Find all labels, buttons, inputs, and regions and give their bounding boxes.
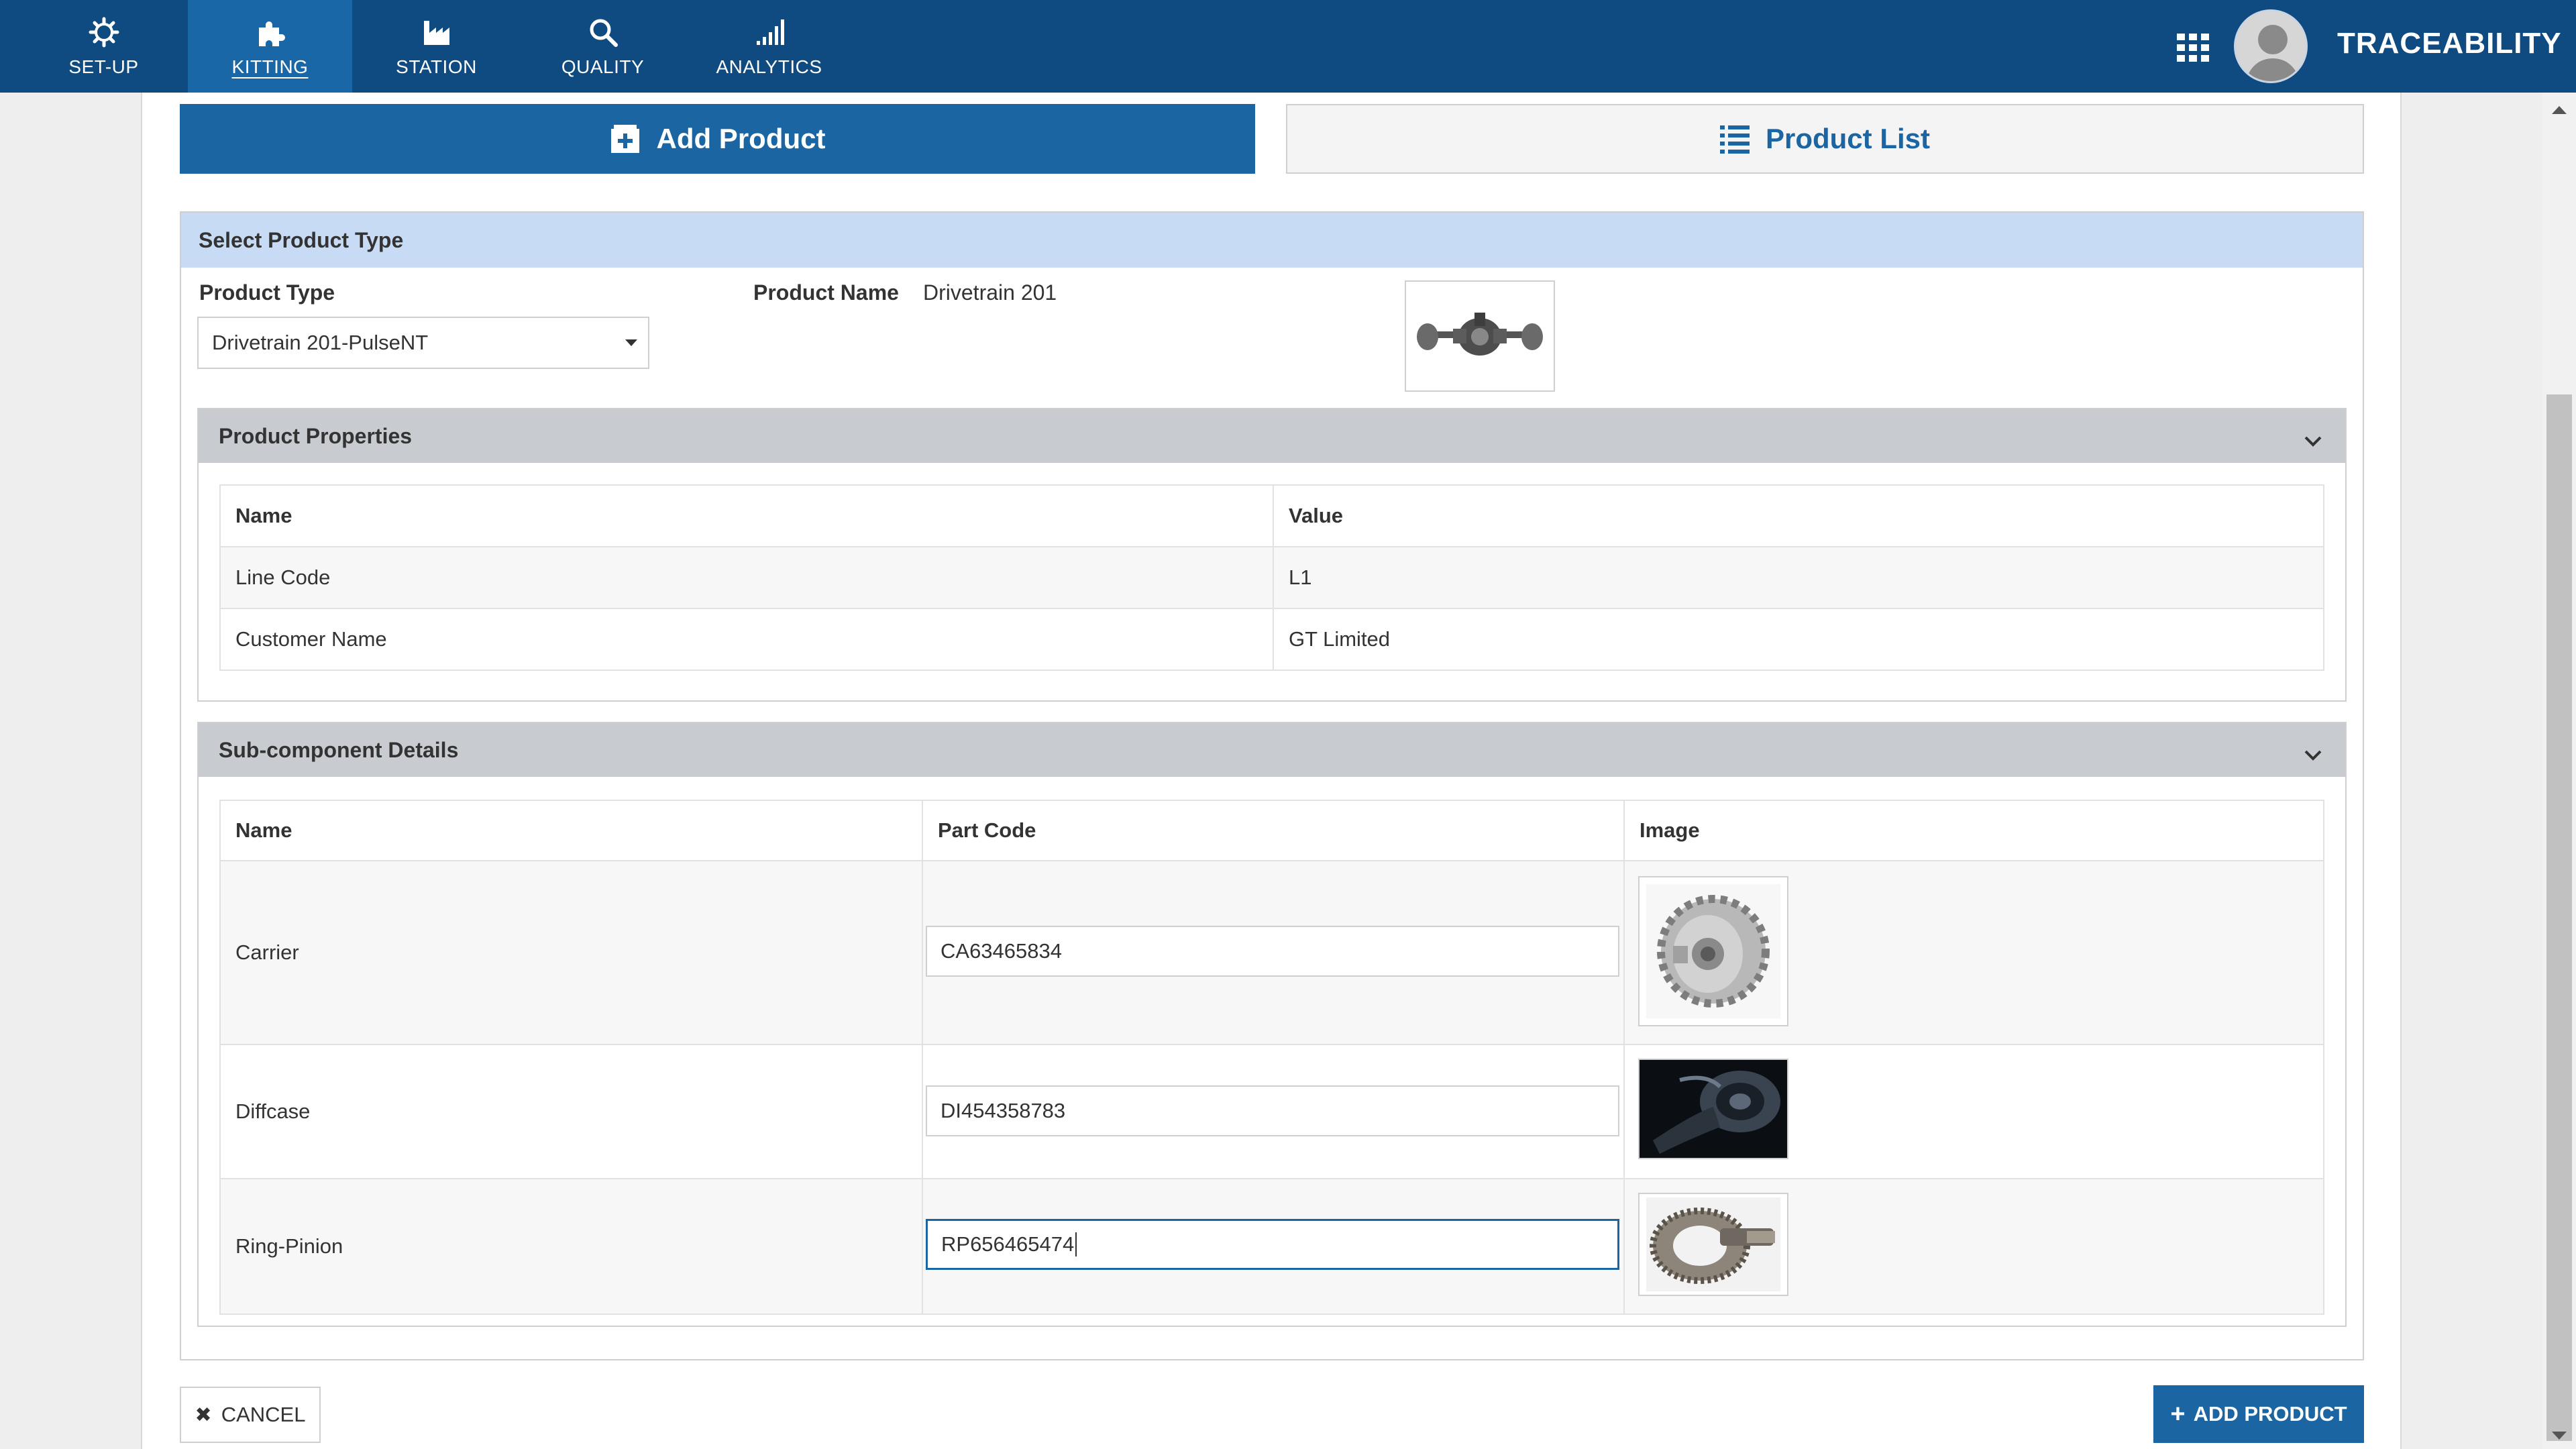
chevron-down-icon [2304, 428, 2322, 453]
nav-kitting[interactable]: KITTING [188, 0, 352, 93]
product-properties-header[interactable]: Product Properties [199, 409, 2345, 463]
nav-station-label: STATION [396, 56, 477, 77]
add-box-icon [610, 123, 641, 154]
search-icon [586, 15, 620, 50]
part-code-input-carrier[interactable]: CA63465834 [926, 926, 1619, 977]
part-code-value: RP656465474 [941, 1232, 1075, 1256]
properties-table: Name Value Line Code L1 Customer Name GT… [219, 484, 2324, 671]
subcomponent-header[interactable]: Sub-component Details [199, 723, 2345, 777]
nav-quality[interactable]: QUALITY [521, 0, 685, 93]
brand-title: TRACEABILITY [2337, 27, 2562, 60]
tab-product-list-label: Product List [1765, 123, 1930, 154]
property-value: L1 [1273, 546, 2324, 609]
text-cursor [1075, 1232, 1077, 1256]
diffcase-image [1638, 1059, 1788, 1159]
grid-icon[interactable] [2177, 34, 2209, 62]
panel-header: Select Product Type [181, 213, 2363, 268]
list-icon [1719, 124, 1750, 154]
puzzle-icon [254, 15, 287, 50]
subcomponent-name: Ring-Pinion [219, 1178, 923, 1315]
subcomponent-name: Carrier [219, 860, 923, 1045]
drivetrain-image [1417, 313, 1543, 356]
factory-icon [420, 15, 453, 50]
user-avatar-icon[interactable] [2234, 9, 2308, 83]
cancel-label: CANCEL [221, 1403, 306, 1426]
scroll-thumb[interactable] [2546, 394, 2572, 1441]
carrier-image [1638, 876, 1788, 1026]
nav-station[interactable]: STATION [354, 0, 519, 93]
product-type-select[interactable]: Drivetrain 201-PulseNT [197, 317, 649, 369]
property-name: Line Code [219, 546, 1274, 609]
scroll-down-icon[interactable] [2552, 1432, 2567, 1440]
nav-analytics-label: ANALYTICS [716, 56, 822, 77]
tab-add-product[interactable]: Add Product [180, 104, 1255, 174]
nav-quality-label: QUALITY [561, 56, 645, 77]
cancel-button[interactable]: ✖ CANCEL [180, 1387, 321, 1443]
part-code-value: DI454358783 [941, 1099, 1066, 1122]
add-product-label: ADD PRODUCT [2193, 1402, 2347, 1426]
nav-setup[interactable]: SET-UP [21, 0, 186, 93]
col-image-header: Image [1623, 800, 2324, 861]
nav-analytics[interactable]: ANALYTICS [687, 0, 851, 93]
product-type-label: Product Type [199, 280, 335, 305]
col-name-header: Name [219, 484, 1274, 547]
product-name-value: Drivetrain 201 [923, 280, 1057, 305]
part-code-input-diffcase[interactable]: DI454358783 [926, 1085, 1619, 1136]
top-nav-bar: SET-UP KITTING STATION QUALITY ANALYTICS… [0, 0, 2576, 93]
add-product-button[interactable]: + ADD PRODUCT [2153, 1385, 2364, 1443]
chevron-down-icon [2304, 742, 2322, 767]
table-row: Customer Name GT Limited [219, 608, 2324, 671]
ring-pinion-image [1638, 1193, 1788, 1296]
nav-kitting-label: KITTING [231, 56, 309, 77]
part-code-input-ring-pinion[interactable]: RP656465474 [926, 1219, 1619, 1270]
product-type-value: Drivetrain 201-PulseNT [212, 331, 429, 354]
plus-icon: + [2170, 1399, 2186, 1428]
table-header-row: Name Value [219, 484, 2324, 547]
scroll-up-icon[interactable] [2552, 106, 2567, 114]
vertical-scrollbar[interactable] [2542, 93, 2576, 1449]
gear-icon [87, 15, 121, 50]
col-name-header: Name [219, 800, 923, 861]
table-row: Line Code L1 [219, 546, 2324, 609]
tab-product-list[interactable]: Product List [1286, 104, 2364, 174]
col-part-code-header: Part Code [922, 800, 1625, 861]
part-code-value: CA63465834 [941, 939, 1062, 963]
product-properties-title: Product Properties [219, 423, 413, 448]
tab-add-product-label: Add Product [656, 123, 826, 154]
signal-bars-icon [753, 15, 786, 50]
subcomponent-title: Sub-component Details [219, 737, 459, 762]
product-image [1405, 280, 1555, 392]
close-icon: ✖ [195, 1403, 212, 1426]
property-value: GT Limited [1273, 608, 2324, 671]
col-value-header: Value [1273, 484, 2324, 547]
property-name: Customer Name [219, 608, 1274, 671]
nav-setup-label: SET-UP [68, 56, 139, 77]
subcomponent-name: Diffcase [219, 1044, 923, 1179]
caret-down-icon [625, 339, 637, 346]
product-name-label: Product Name [753, 280, 899, 305]
table-header-row: Name Part Code Image [219, 800, 2324, 861]
